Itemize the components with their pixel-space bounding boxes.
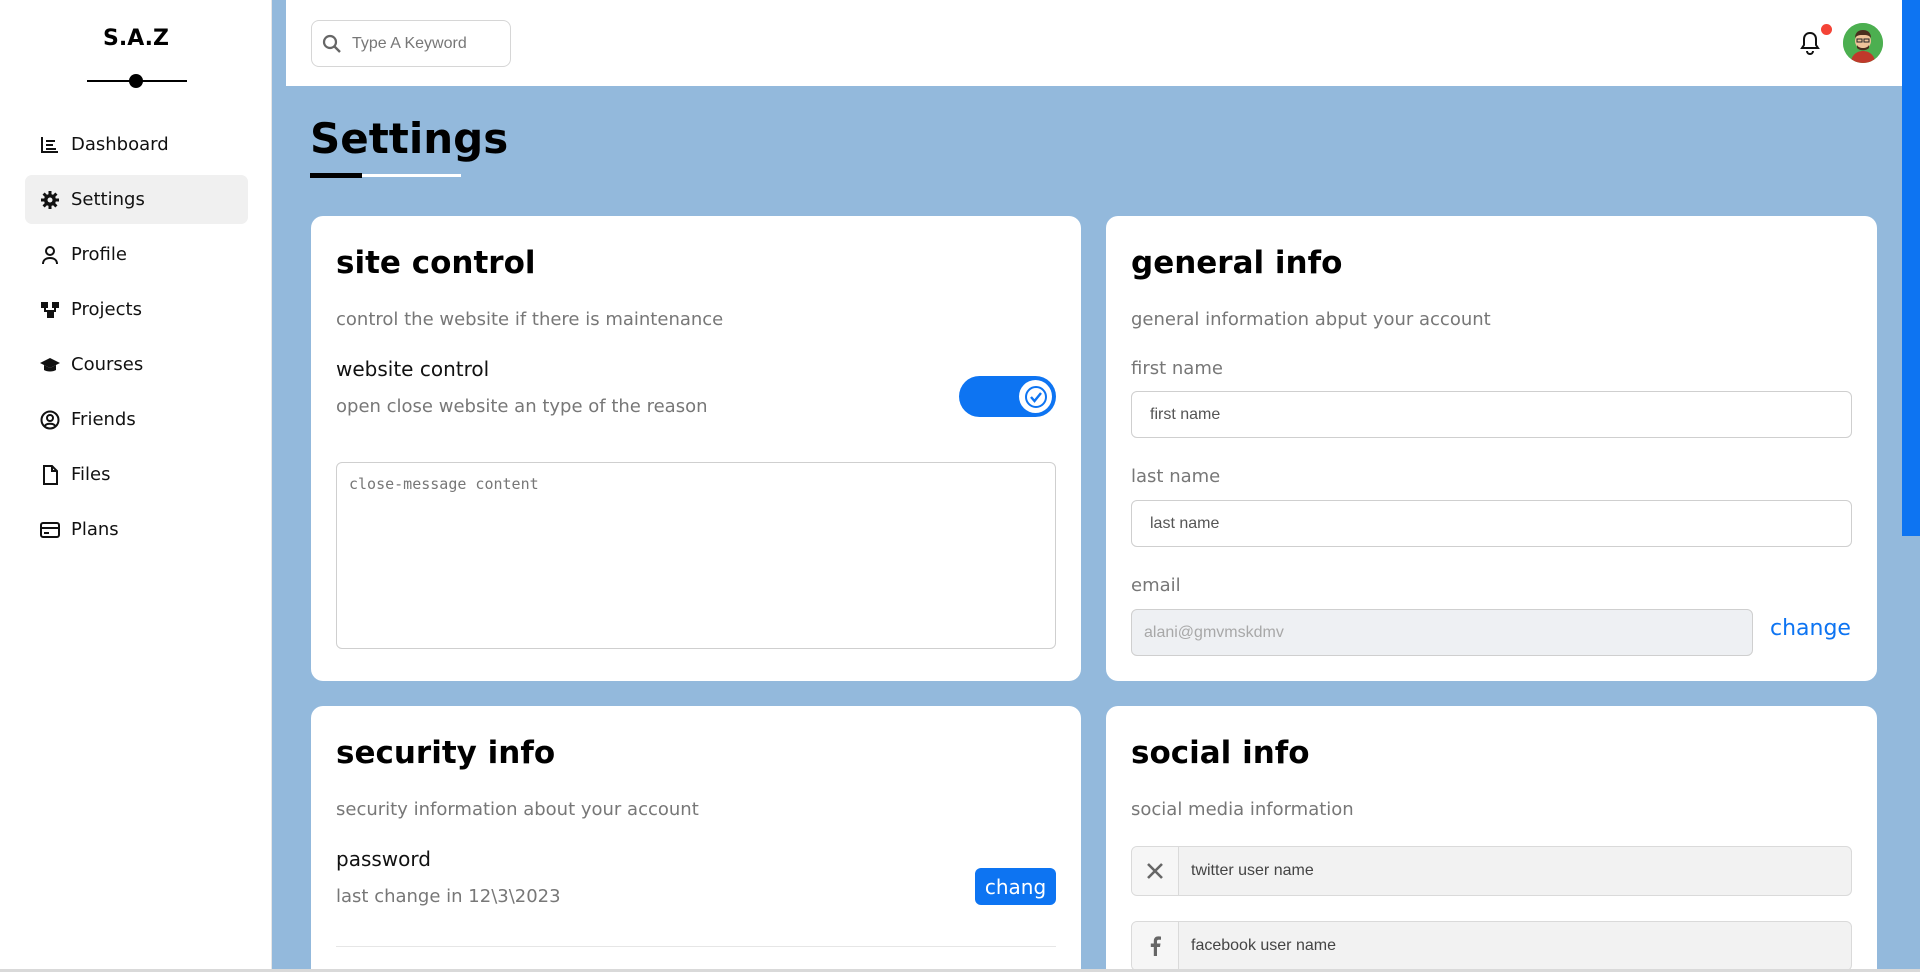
sidebar-item-profile[interactable]: Profile xyxy=(25,230,248,279)
sidebar-nav: Dashboard Settings Profile Projects Cour… xyxy=(25,120,248,560)
title-underline-accent xyxy=(310,173,362,178)
sidebar-item-settings[interactable]: Settings xyxy=(25,175,248,224)
change-password-button[interactable]: chang xyxy=(975,868,1056,905)
card-subtitle: security information about your account xyxy=(336,799,699,820)
change-email-link[interactable]: change xyxy=(1770,616,1851,641)
twitter-field-group xyxy=(1131,846,1852,896)
page-title: Settings xyxy=(310,114,509,163)
sidebar-item-courses[interactable]: Courses xyxy=(25,340,248,389)
graduation-cap-icon xyxy=(39,354,61,376)
twitter-username-input[interactable] xyxy=(1179,847,1851,895)
last-name-label: last name xyxy=(1131,466,1221,487)
card-subtitle: social media information xyxy=(1131,799,1354,820)
user-circle-icon xyxy=(39,409,61,431)
search-icon xyxy=(312,34,352,54)
card-subtitle: general information abput your account xyxy=(1131,309,1491,330)
password-last-change: last change in 12\3\2023 xyxy=(336,886,561,907)
sidebar-item-dashboard[interactable]: Dashboard xyxy=(25,120,248,169)
website-control-label: website control xyxy=(336,357,490,381)
social-info-card: social info social media information xyxy=(1106,706,1877,972)
facebook-icon xyxy=(1132,922,1179,970)
sidebar-item-label: Plans xyxy=(71,519,119,540)
notification-badge xyxy=(1821,24,1832,35)
file-icon xyxy=(39,464,61,486)
topbar xyxy=(286,0,1902,86)
card-title: general info xyxy=(1131,245,1343,281)
chart-icon xyxy=(39,134,61,156)
sidebar-item-files[interactable]: Files xyxy=(25,450,248,499)
last-name-field[interactable] xyxy=(1131,500,1852,547)
card-title: security info xyxy=(336,735,556,771)
gear-icon xyxy=(39,189,61,211)
security-info-card: security info security information about… xyxy=(311,706,1081,972)
first-name-field[interactable] xyxy=(1131,391,1852,438)
first-name-label: first name xyxy=(1131,358,1223,379)
brand-divider-dot xyxy=(129,74,143,88)
avatar[interactable] xyxy=(1843,23,1883,63)
card-title: site control xyxy=(336,245,536,281)
password-label: password xyxy=(336,847,431,871)
sidebar-item-label: Friends xyxy=(71,409,136,430)
scrollbar-thumb[interactable] xyxy=(1902,0,1920,536)
general-info-card: general info general information abput y… xyxy=(1106,216,1877,681)
website-control-toggle[interactable] xyxy=(959,376,1056,417)
sidebar-item-label: Settings xyxy=(71,189,145,210)
sidebar-item-label: Projects xyxy=(71,299,142,320)
brand-logo: S.A.Z xyxy=(103,26,169,51)
credit-card-icon xyxy=(39,519,61,541)
sidebar-item-label: Files xyxy=(71,464,111,485)
diagram-icon xyxy=(39,299,61,321)
sidebar-item-label: Dashboard xyxy=(71,134,169,155)
sidebar-item-plans[interactable]: Plans xyxy=(25,505,248,554)
email-field xyxy=(1131,609,1753,656)
x-twitter-icon xyxy=(1132,847,1179,895)
card-title: social info xyxy=(1131,735,1310,771)
notification-bell-icon[interactable] xyxy=(1798,30,1824,56)
email-label: email xyxy=(1131,575,1181,596)
sidebar-item-label: Courses xyxy=(71,354,144,375)
search-box[interactable] xyxy=(311,20,511,67)
sidebar: S.A.Z Dashboard Settings Profile Project… xyxy=(0,0,272,972)
user-icon xyxy=(39,244,61,266)
sidebar-item-projects[interactable]: Projects xyxy=(25,285,248,334)
check-icon xyxy=(1019,380,1052,413)
card-subtitle: control the website if there is maintena… xyxy=(336,309,724,330)
divider xyxy=(336,946,1056,947)
site-control-card: site control control the website if ther… xyxy=(311,216,1081,681)
search-input[interactable] xyxy=(352,34,502,53)
website-control-description: open close website an type of the reason xyxy=(336,396,708,417)
sidebar-item-friends[interactable]: Friends xyxy=(25,395,248,444)
close-message-textarea[interactable] xyxy=(336,462,1056,649)
facebook-field-group xyxy=(1131,921,1852,971)
sidebar-item-label: Profile xyxy=(71,244,127,265)
facebook-username-input[interactable] xyxy=(1179,922,1851,970)
